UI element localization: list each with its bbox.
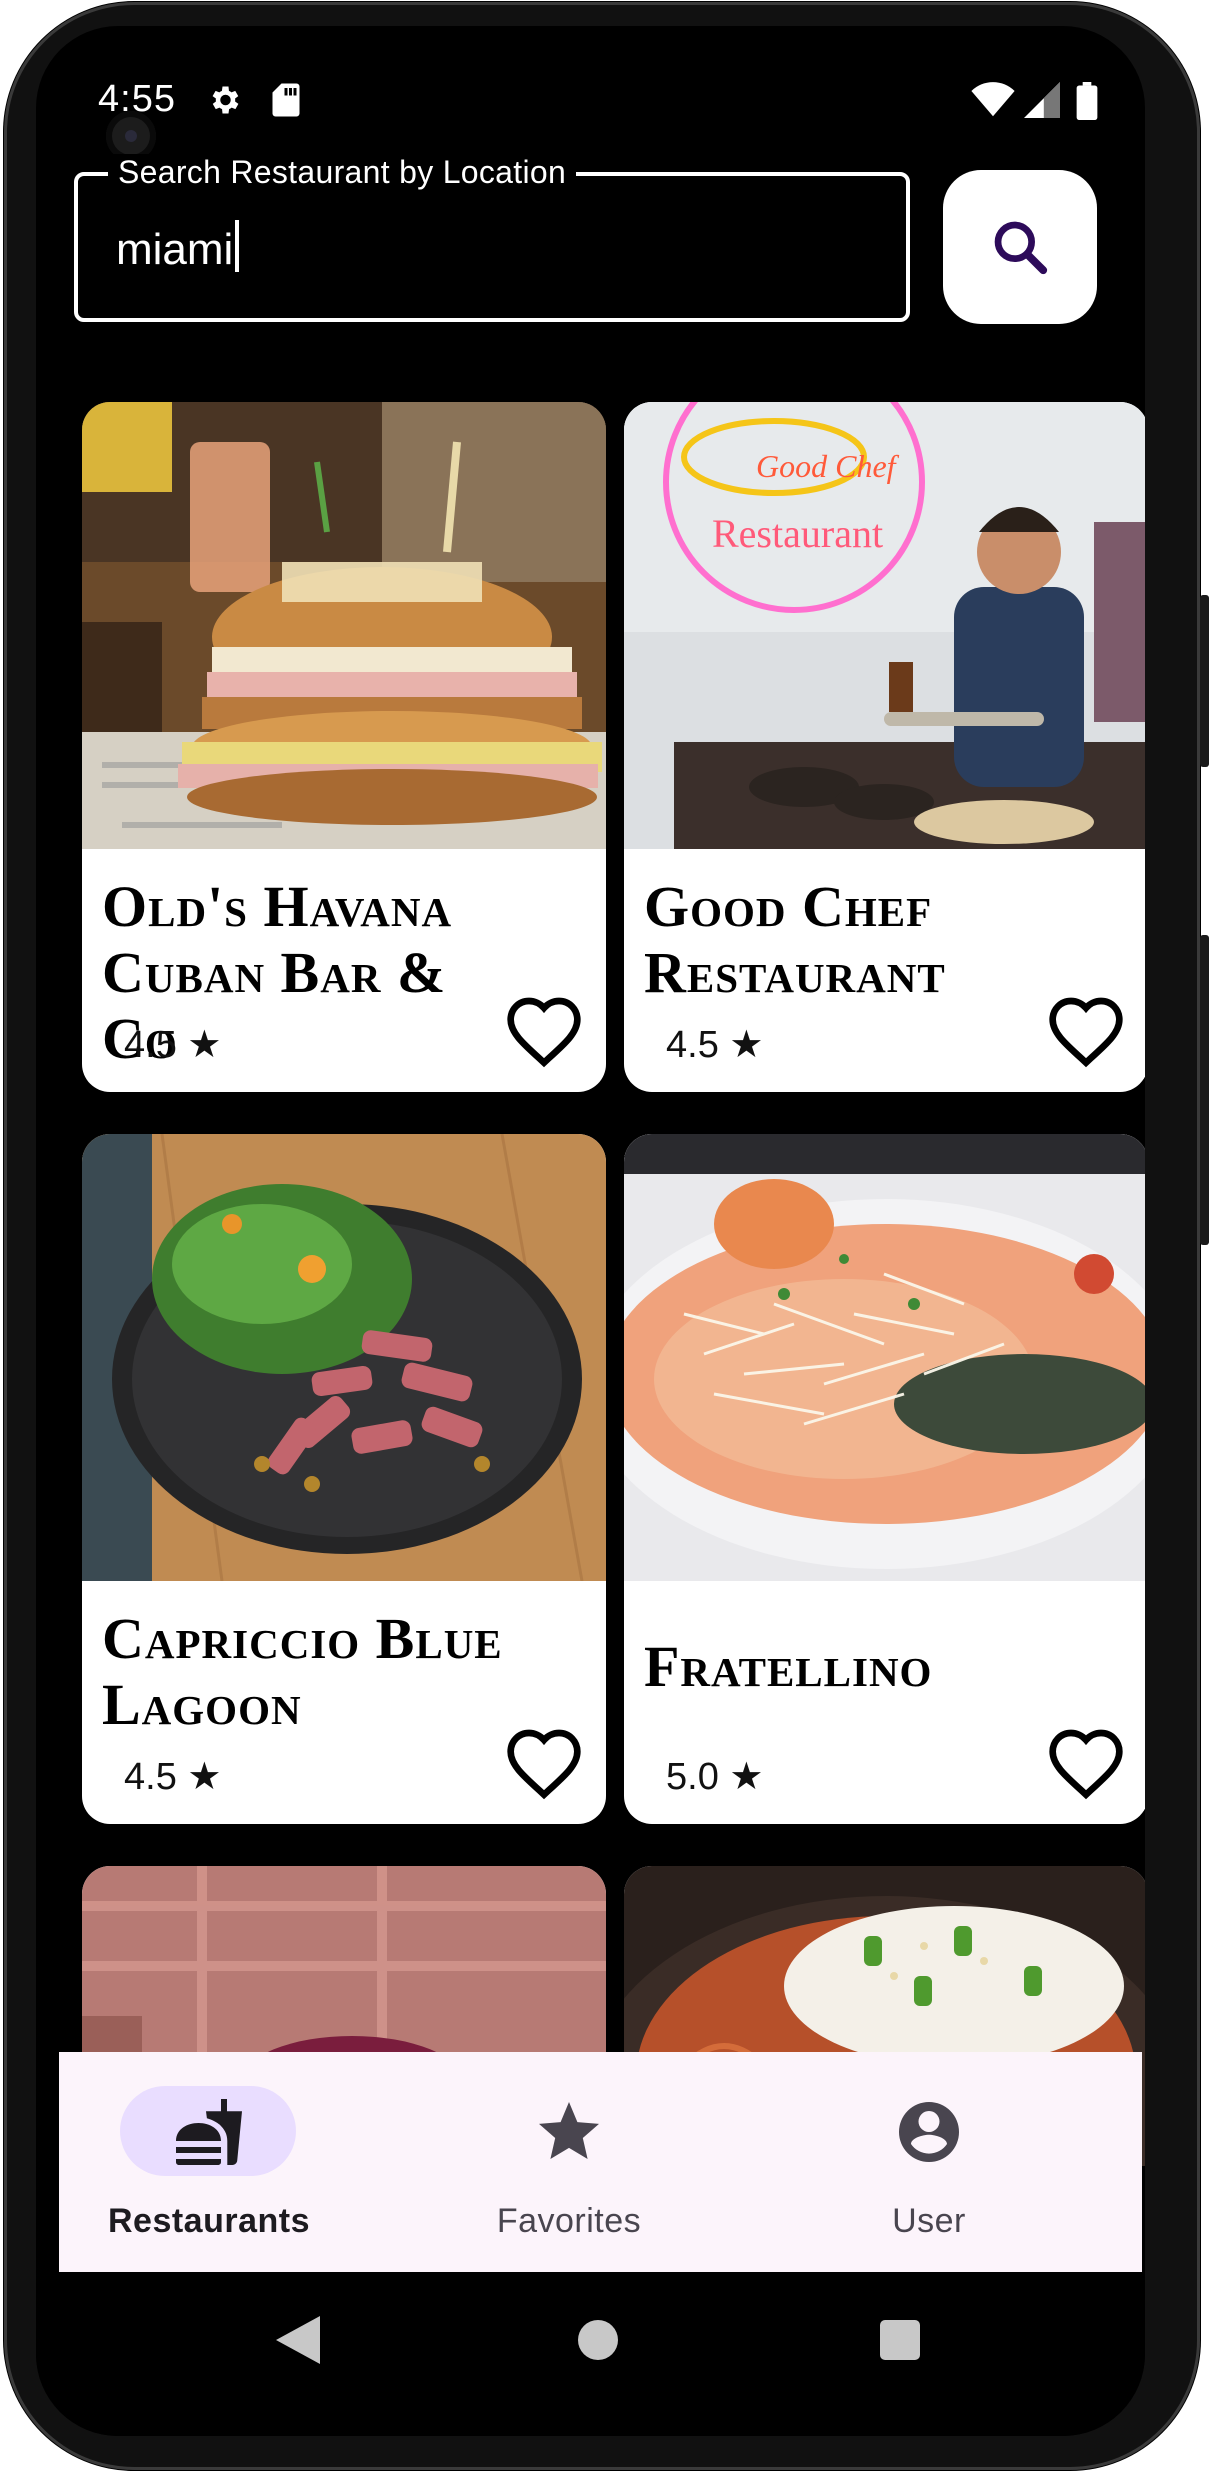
nav-label: Favorites <box>496 2202 642 2240</box>
restaurant-name: Capriccio Blue Lagoon <box>102 1606 503 1737</box>
restaurant-card[interactable]: Capriccio Blue Lagoon 4.5 ★ <box>82 1134 606 1824</box>
nav-item-favorites[interactable]: Favorites <box>419 2052 719 2272</box>
star-icon <box>539 2102 599 2159</box>
heart-icon[interactable] <box>1046 1726 1126 1800</box>
neon-sign-text: Good Chef <box>756 448 900 484</box>
heart-icon[interactable] <box>1046 994 1126 1068</box>
system-navigation-bar <box>36 2272 1145 2436</box>
bottom-navigation: Restaurants Favorites User <box>59 2052 1142 2272</box>
restaurant-name: Fratellino <box>644 1634 933 1699</box>
recents-icon[interactable] <box>878 2316 922 2364</box>
restaurant-rating: 4.5 ★ <box>124 1024 222 1066</box>
back-icon[interactable] <box>276 2316 320 2364</box>
nav-label: Restaurants <box>107 2202 310 2240</box>
nav-item-restaurants[interactable]: Restaurants <box>59 2052 359 2272</box>
power-button <box>1200 595 1209 767</box>
restaurant-rating: 5.0 ★ <box>666 1756 764 1798</box>
volume-rocker <box>1200 935 1209 1245</box>
neon-sign-text: Restaurant <box>712 511 883 556</box>
app-screen: 4:55 Search Restaurant by Location miami <box>36 26 1145 2436</box>
account-circle-icon <box>899 2102 959 2162</box>
restaurant-rating: 4.5 ★ <box>666 1024 764 1066</box>
restaurant-card[interactable]: Fratellino 5.0 ★ <box>624 1134 1145 1824</box>
restaurant-photo: Good Chef Restaurant <box>624 402 1145 849</box>
heart-icon[interactable] <box>504 994 584 1068</box>
heart-icon[interactable] <box>504 1726 584 1800</box>
nav-label: User <box>892 2202 966 2240</box>
restaurant-name: Good Chef Restaurant <box>644 874 946 1005</box>
fastfood-icon <box>176 2099 242 2165</box>
restaurant-rating: 4.5 ★ <box>124 1756 222 1798</box>
home-icon[interactable] <box>576 2316 620 2364</box>
restaurant-card[interactable]: Good Chef Restaurant Good Chef Restauran… <box>624 402 1145 1092</box>
restaurant-photo <box>82 402 606 849</box>
restaurant-photo <box>624 1134 1145 1581</box>
restaurant-photo <box>82 1134 606 1581</box>
nav-item-user[interactable]: User <box>779 2052 1079 2272</box>
restaurant-card[interactable]: Old's Havana Cuban Bar & Co 4.5 ★ <box>82 402 606 1092</box>
